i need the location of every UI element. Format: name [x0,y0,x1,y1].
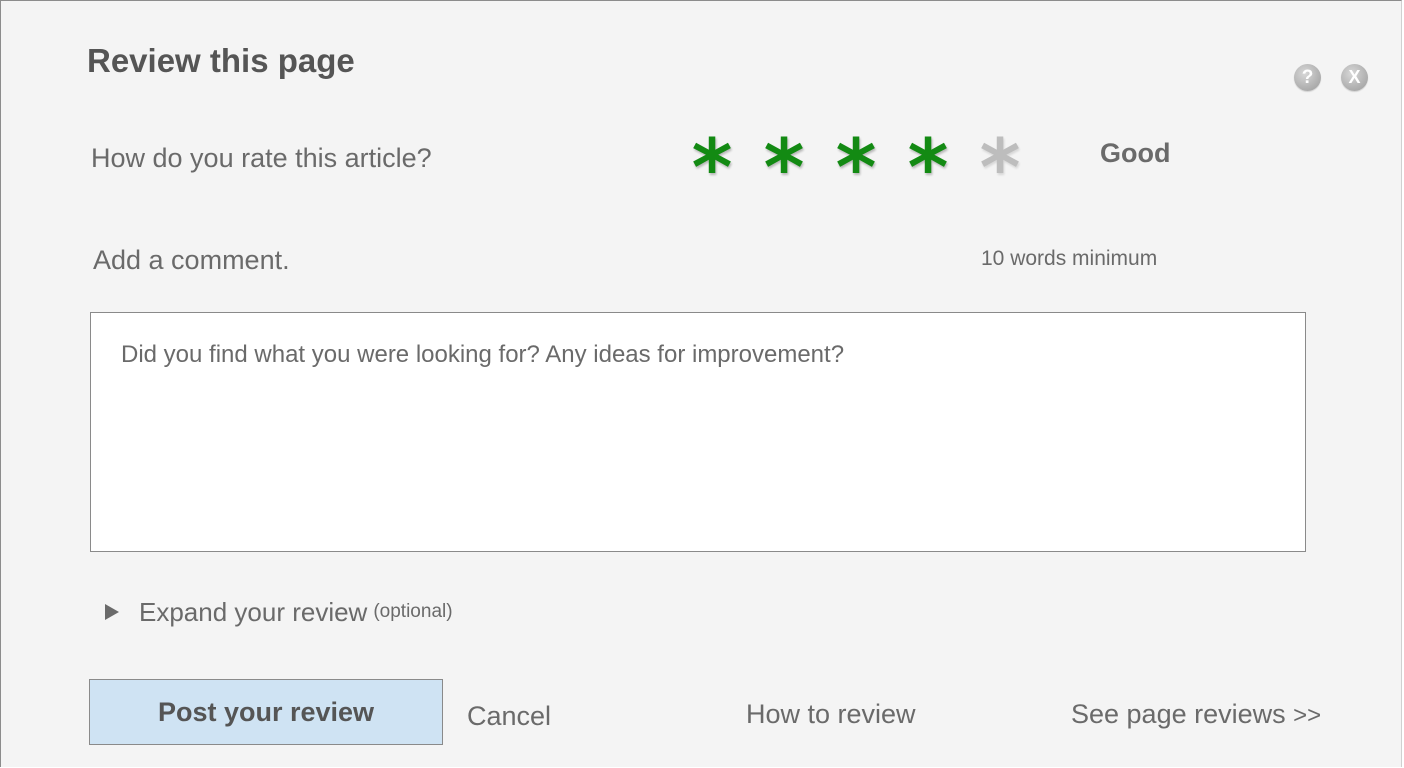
star-2-icon[interactable]: * [748,125,820,213]
review-dialog: Review this page ? X How do you rate thi… [0,0,1402,767]
see-page-reviews-label: See page reviews [1071,699,1286,729]
star-1-icon[interactable]: * [676,125,748,213]
expand-review-label: Expand your review [139,596,368,627]
star-3-icon[interactable]: * [820,125,892,213]
rating-question: How do you rate this article? [91,143,432,173]
comment-label: Add a comment. [93,245,290,275]
triangle-right-icon [105,604,119,620]
expand-review-toggle[interactable]: Expand your review (optional) [105,592,453,632]
see-page-reviews-arrows: >> [1293,702,1322,729]
star-5-icon[interactable]: * [964,125,1036,213]
cancel-link[interactable]: Cancel [467,696,551,736]
comment-input[interactable] [90,312,1306,552]
post-review-button[interactable]: Post your review [89,679,443,745]
how-to-review-link[interactable]: How to review [746,694,916,734]
min-words-hint: 10 words minimum [981,247,1158,270]
close-icon[interactable]: X [1341,64,1368,91]
expand-optional-label: (optional) [373,601,453,622]
rating-label: Good [1100,138,1171,168]
help-icon[interactable]: ? [1294,64,1321,91]
star-4-icon[interactable]: * [892,125,964,213]
see-page-reviews-link[interactable]: See page reviews >> [1071,694,1321,736]
star-rating: * * * * * [676,125,1036,213]
dialog-title: Review this page [87,42,355,79]
